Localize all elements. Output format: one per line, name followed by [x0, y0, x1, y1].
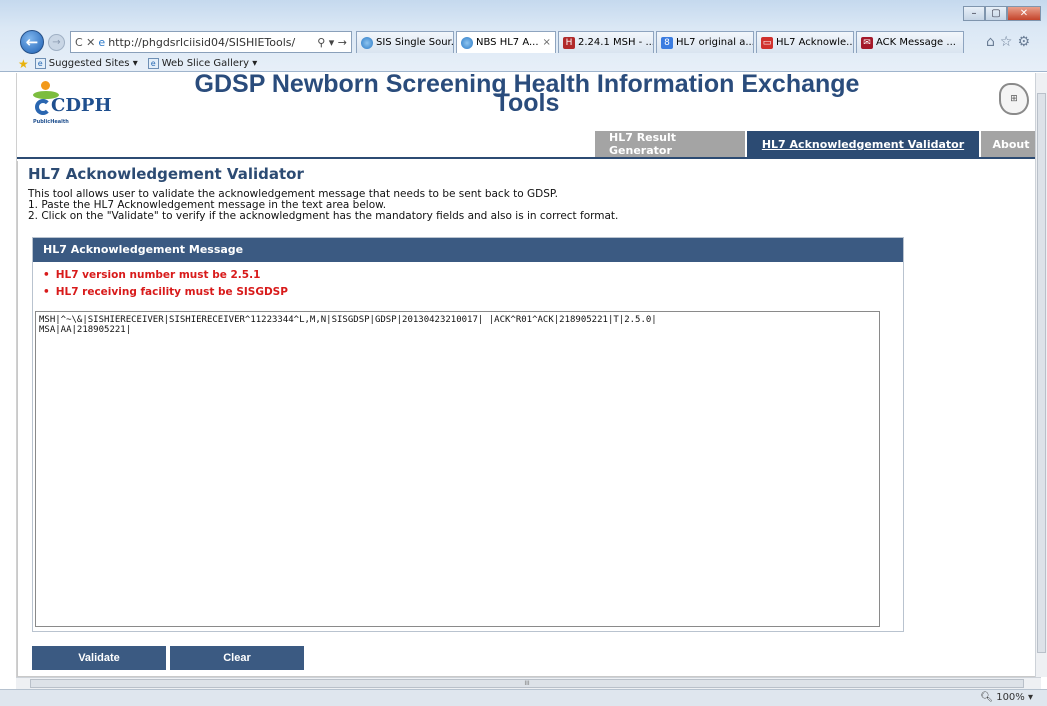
favorites-star-icon[interactable]: ★: [18, 57, 29, 71]
address-tools[interactable]: ⚲ ▾ →: [317, 36, 347, 49]
ack-icon: ✉: [861, 36, 873, 49]
back-button[interactable]: ←: [20, 30, 44, 54]
mail-icon: ▭: [761, 36, 773, 49]
tab-hl7-original[interactable]: 8 HL7 original a...: [656, 31, 754, 53]
status-bar: 🔍︎ 100% ▾: [0, 689, 1047, 706]
validate-button[interactable]: Validate: [32, 646, 166, 670]
ack-message-textarea[interactable]: MSH|^~\&|SISHIERECEIVER|SISHIERECEIVER^1…: [35, 311, 880, 627]
scroll-thumb[interactable]: III: [30, 679, 1024, 688]
tab-label: 2.24.1 MSH - ...: [578, 37, 654, 48]
ack-message-panel: HL7 Acknowledgement Message HL7 version …: [32, 237, 904, 632]
page-icon: e: [147, 58, 159, 69]
favorites-star-icon[interactable]: ☆: [1000, 34, 1018, 50]
zoom-level[interactable]: 🔍︎ 100% ▾: [980, 692, 1033, 703]
error-message: HL7 receiving facility must be SISGDSP: [43, 284, 903, 301]
tab-sis-single-source[interactable]: SIS Single Sour...: [356, 31, 454, 53]
refresh-stop-icon[interactable]: C ✕: [75, 36, 95, 49]
panel-title: HL7 Acknowledgement Message: [33, 238, 903, 262]
nav-hl7-result-generator[interactable]: HL7 Result Generator: [595, 131, 745, 157]
web-slice-label: Web Slice Gallery ▾: [161, 58, 258, 69]
home-icon[interactable]: ⌂: [986, 34, 1000, 50]
tab-strip: SIS Single Sour... NBS HL7 A... × H 2.24…: [356, 31, 966, 53]
tab-hl7-acknowledgement[interactable]: ▭ HL7 Acknowle...: [756, 31, 854, 53]
validation-errors: HL7 version number must be 2.5.1 HL7 rec…: [33, 262, 903, 301]
tab-ack-message[interactable]: ✉ ACK Message ...: [856, 31, 964, 53]
close-button[interactable]: ✕: [1007, 6, 1041, 21]
page-icon: e: [34, 58, 46, 69]
clear-button[interactable]: Clear: [170, 646, 304, 670]
address-bar[interactable]: C ✕ e http://phgdsrlciisid04/SISHIETools…: [70, 31, 352, 53]
nav-hl7-acknowledgement-validator[interactable]: HL7 Acknowledgement Validator: [747, 131, 979, 157]
error-message: HL7 version number must be 2.5.1: [43, 267, 903, 284]
address-url[interactable]: http://phgdsrlciisid04/SISHIETools/: [108, 36, 313, 49]
favorites-bar: ★ e Suggested Sites ▾ e Web Slice Gallery …: [18, 56, 267, 71]
hl7-icon: H: [563, 36, 575, 49]
scroll-thumb[interactable]: [1037, 93, 1046, 653]
zoom-value: 100%: [996, 692, 1025, 703]
web-page: CDPH PublicHealth GDSP Newborn Screening…: [16, 72, 1041, 677]
tab-label: ACK Message ...: [876, 37, 956, 48]
tab-close-icon[interactable]: ×: [543, 37, 551, 48]
intro-text: This tool allows user to validate the ac…: [28, 189, 618, 222]
site-title: GDSP Newborn Screening Health Informatio…: [137, 72, 917, 116]
logo-text: CDPH: [51, 95, 112, 116]
nav-divider: [17, 157, 1040, 159]
ie-icon: [461, 36, 473, 49]
tab-nbs-hl7[interactable]: NBS HL7 A... ×: [456, 31, 556, 53]
tab-label: HL7 original a...: [676, 37, 754, 48]
cdph-logo: CDPH PublicHealth: [25, 79, 117, 129]
gear-icon[interactable]: ⚙: [1017, 34, 1035, 50]
california-map-icon: ⊞: [999, 83, 1029, 115]
tab-label: SIS Single Sour...: [376, 37, 454, 48]
suggested-sites-link[interactable]: e Suggested Sites ▾: [34, 58, 138, 69]
tab-label: NBS HL7 A...: [476, 37, 539, 48]
tab-msh[interactable]: H 2.24.1 MSH - ...: [558, 31, 654, 53]
intro-line: 2. Click on the "Validate" to verify if …: [28, 210, 619, 222]
ie-icon: [361, 36, 373, 49]
minimize-button[interactable]: –: [963, 6, 985, 21]
suggested-sites-label: Suggested Sites ▾: [48, 58, 138, 69]
main-nav: HL7 Result Generator HL7 Acknowledgement…: [593, 131, 1041, 157]
navigation-row: ← → C ✕ e http://phgdsrlciisid04/SISHIET…: [16, 30, 1041, 54]
browser-chrome: – ▢ ✕ ← → C ✕ e http://phgdsrlciisid04/S…: [0, 0, 1047, 72]
main-content: HL7 Acknowledgement Validator This tool …: [17, 161, 1037, 677]
nav-about[interactable]: About: [981, 131, 1041, 157]
toolbar-icons: ⌂☆⚙: [986, 34, 1035, 50]
vertical-scrollbar[interactable]: [1035, 73, 1047, 677]
forward-button[interactable]: →: [48, 34, 65, 51]
google-icon: 8: [661, 36, 673, 49]
zoom-icon: 🔍︎: [980, 692, 994, 703]
tab-label: HL7 Acknowle...: [776, 37, 854, 48]
maximize-button[interactable]: ▢: [985, 6, 1007, 21]
ie-page-icon: e: [98, 35, 106, 49]
web-slice-gallery-link[interactable]: e Web Slice Gallery ▾: [147, 58, 258, 69]
logo-subtext: PublicHealth: [33, 119, 69, 125]
window-controls: – ▢ ✕: [963, 6, 1041, 21]
page-title: HL7 Acknowledgement Validator: [28, 165, 304, 183]
horizontal-scrollbar[interactable]: III: [16, 677, 1041, 689]
